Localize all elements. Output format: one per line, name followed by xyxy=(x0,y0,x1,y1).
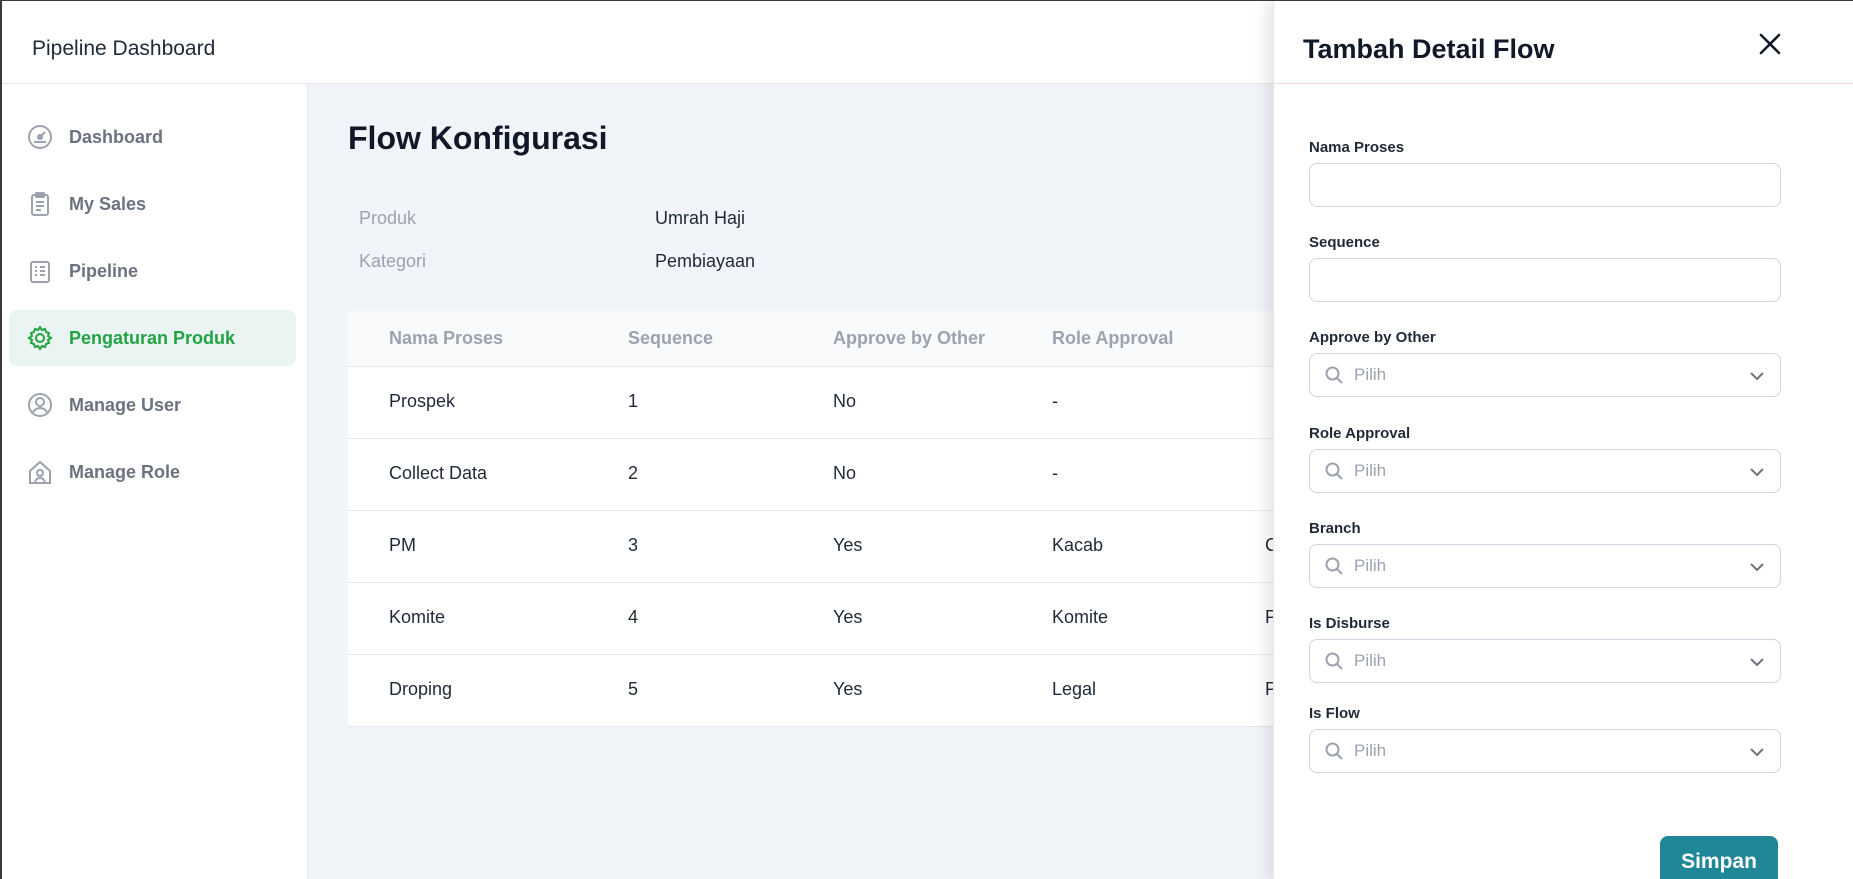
sidebar-item-label: Manage Role xyxy=(69,461,181,482)
cell-approve-by-other: No xyxy=(833,391,857,411)
table-row[interactable]: Prospek 1 No - xyxy=(348,367,1348,439)
house-user-icon xyxy=(26,458,54,486)
cell-nama-proses: PM xyxy=(389,535,416,555)
select-placeholder: Pilih xyxy=(1354,365,1387,384)
add-detail-flow-drawer: Tambah Detail Flow Nama Proses Sequence … xyxy=(1273,1,1853,879)
is-flow-label: Is Flow xyxy=(1309,705,1360,722)
produk-value: Umrah Haji xyxy=(655,208,746,228)
save-button[interactable]: Simpan xyxy=(1660,836,1778,879)
sidebar-item-label: Pengaturan Produk xyxy=(69,327,236,348)
produk-label: Produk xyxy=(359,208,417,228)
app-title: Pipeline Dashboard xyxy=(32,37,216,60)
is-disburse-select[interactable]: Pilih xyxy=(1309,639,1781,683)
select-placeholder: Pilih xyxy=(1354,461,1387,480)
kategori-label: Kategori xyxy=(359,251,427,271)
sidebar-item-pipeline[interactable]: Pipeline xyxy=(9,243,296,299)
sidebar: Dashboard My Sales Pipeline Pengaturan P… xyxy=(2,84,308,879)
cell-role-approval: - xyxy=(1052,391,1058,411)
cell-sequence: 1 xyxy=(628,391,639,411)
cell-role-approval: Legal xyxy=(1052,679,1097,699)
page-title: Flow Konfigurasi xyxy=(348,120,608,156)
nama-proses-label: Nama Proses xyxy=(1309,139,1405,156)
column-header-nama-proses: Nama Proses xyxy=(389,328,504,348)
is-flow-select[interactable]: Pilih xyxy=(1309,729,1781,773)
sidebar-item-dashboard[interactable]: Dashboard xyxy=(9,109,296,165)
kategori-value: Pembiayaan xyxy=(655,251,756,271)
cell-role-approval: Kacab xyxy=(1052,535,1104,555)
sidebar-item-manage-role[interactable]: Manage Role xyxy=(9,444,296,500)
table-header: Nama Proses Sequence Approve by Other Ro… xyxy=(348,311,1348,367)
select-placeholder: Pilih xyxy=(1354,651,1387,670)
table-row[interactable]: PM 3 Yes Kacab C xyxy=(348,511,1348,583)
cell-approve-by-other: Yes xyxy=(833,607,863,627)
cell-approve-by-other: Yes xyxy=(833,679,863,699)
is-disburse-label: Is Disburse xyxy=(1309,615,1390,632)
cell-sequence: 5 xyxy=(628,679,639,699)
table-row[interactable]: Droping 5 Yes Legal P xyxy=(348,655,1348,727)
sidebar-item-manage-user[interactable]: Manage User xyxy=(9,377,296,433)
approve-by-other-select[interactable]: Pilih xyxy=(1309,353,1781,397)
drawer-header: Tambah Detail Flow xyxy=(1274,1,1853,84)
nama-proses-input[interactable] xyxy=(1309,163,1781,207)
chevron-down-icon xyxy=(1748,653,1766,671)
column-header-sequence: Sequence xyxy=(628,328,714,348)
close-button[interactable] xyxy=(1755,31,1785,61)
drawer-title: Tambah Detail Flow xyxy=(1303,34,1555,64)
select-placeholder: Pilih xyxy=(1354,741,1387,760)
chevron-down-icon xyxy=(1748,743,1766,761)
cell-role-approval: Komite xyxy=(1052,607,1109,627)
dashboard-gauge-icon xyxy=(26,123,54,151)
sidebar-item-pengaturan-produk[interactable]: Pengaturan Produk xyxy=(9,310,296,366)
user-circle-icon xyxy=(26,391,54,419)
cell-nama-proses: Komite xyxy=(389,607,446,627)
cell-nama-proses: Prospek xyxy=(389,391,456,411)
role-approval-label: Role Approval xyxy=(1309,425,1411,442)
app-window: Pipeline Dashboard Dashboard My Sales Pi… xyxy=(0,0,1853,879)
table-row[interactable]: Collect Data 2 No - xyxy=(348,439,1348,511)
search-icon xyxy=(1324,741,1344,761)
chevron-down-icon xyxy=(1748,558,1766,576)
sidebar-item-label: Dashboard xyxy=(69,126,164,147)
select-placeholder: Pilih xyxy=(1354,556,1387,575)
sidebar-item-label: Pipeline xyxy=(69,260,139,281)
cell-sequence: 3 xyxy=(628,535,639,555)
close-icon xyxy=(1757,31,1783,62)
sidebar-item-my-sales[interactable]: My Sales xyxy=(9,176,296,232)
branch-select[interactable]: Pilih xyxy=(1309,544,1781,588)
approve-by-other-label: Approve by Other xyxy=(1309,329,1436,346)
gear-icon xyxy=(26,324,54,352)
search-icon xyxy=(1324,461,1344,481)
cell-sequence: 4 xyxy=(628,607,639,627)
flow-table: Nama Proses Sequence Approve by Other Ro… xyxy=(348,311,1348,727)
sequence-input[interactable] xyxy=(1309,258,1781,302)
column-header-approve-by-other: Approve by Other xyxy=(833,328,986,348)
chevron-down-icon xyxy=(1748,463,1766,481)
cell-sequence: 2 xyxy=(628,463,639,483)
chevron-down-icon xyxy=(1748,367,1766,385)
search-icon xyxy=(1324,365,1344,385)
cell-approve-by-other: Yes xyxy=(833,535,863,555)
sequence-label: Sequence xyxy=(1309,234,1380,251)
cell-nama-proses: Collect Data xyxy=(389,463,488,483)
cell-approve-by-other: No xyxy=(833,463,857,483)
clipboard-list-icon xyxy=(26,190,54,218)
sidebar-item-label: Manage User xyxy=(69,394,182,415)
search-icon xyxy=(1324,556,1344,576)
branch-label: Branch xyxy=(1309,520,1361,537)
pipeline-chart-icon xyxy=(26,257,54,285)
cell-role-approval: - xyxy=(1052,463,1058,483)
sidebar-item-label: My Sales xyxy=(69,193,147,214)
search-icon xyxy=(1324,651,1344,671)
column-header-role-approval: Role Approval xyxy=(1052,328,1174,348)
cell-nama-proses: Droping xyxy=(389,679,453,699)
table-row[interactable]: Komite 4 Yes Komite P xyxy=(348,583,1348,655)
role-approval-select[interactable]: Pilih xyxy=(1309,449,1781,493)
